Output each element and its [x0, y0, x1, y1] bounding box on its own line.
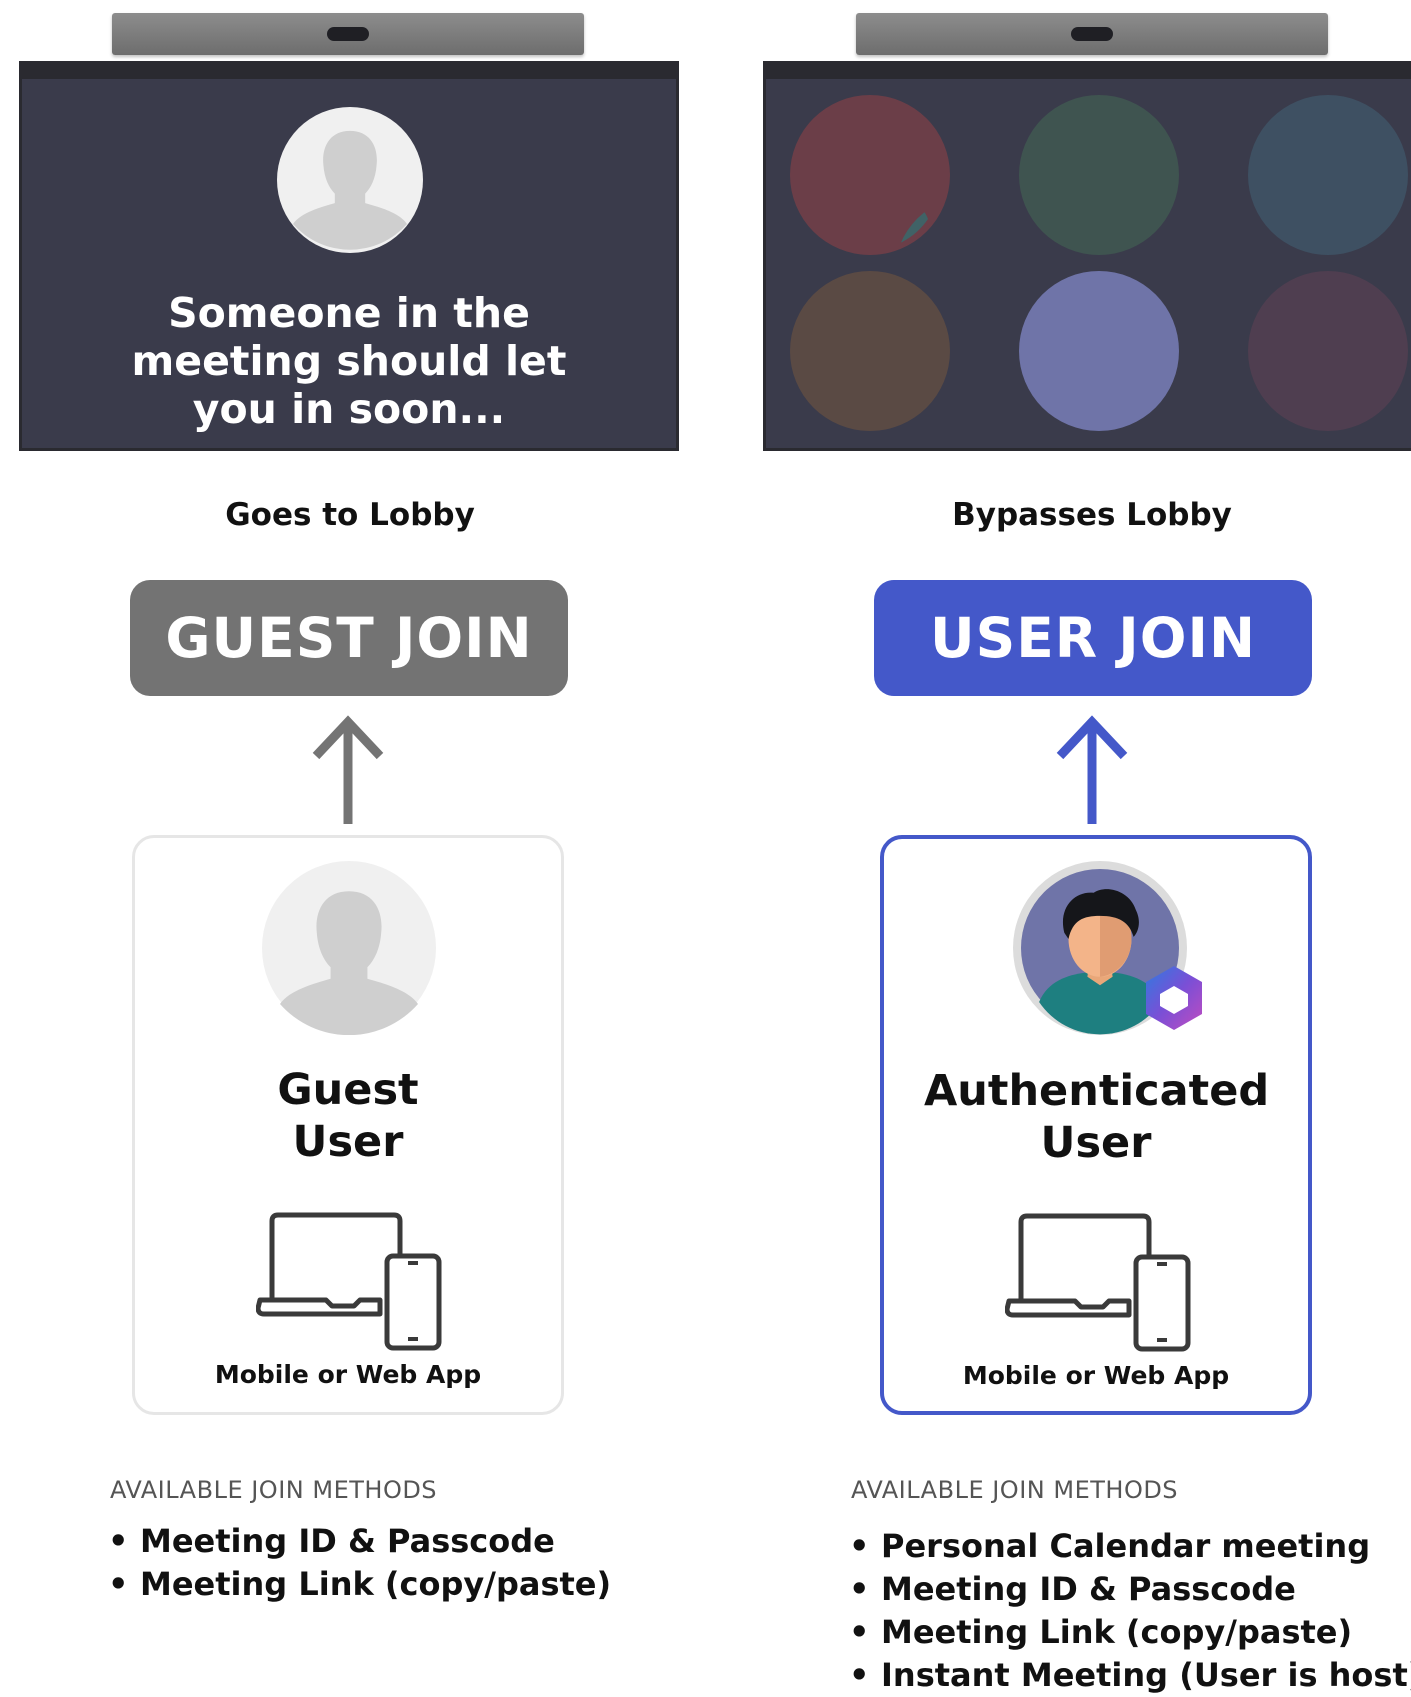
list-item: Meeting ID & Passcode [849, 1568, 1411, 1611]
camera-bar-user [856, 13, 1328, 55]
camera-lens [1071, 27, 1113, 41]
person-avatar-icon [1019, 271, 1179, 431]
authenticated-user-title: Authenticated User [924, 1066, 1270, 1168]
participant-avatar [1019, 95, 1179, 255]
guest-methods-title: AVAILABLE JOIN METHODS [110, 1476, 438, 1504]
laptop-phone-icon [1005, 1211, 1191, 1353]
user-join-button[interactable]: USER JOIN [874, 580, 1312, 696]
lobby-message: Someone in the meeting should let you in… [131, 289, 567, 433]
meeting-participants-grid [790, 95, 1408, 431]
camera-lens [327, 27, 369, 41]
guest-methods-list: Meeting ID & Passcode Meeting Link (copy… [108, 1520, 611, 1606]
person-silhouette-icon [277, 107, 423, 253]
goes-to-lobby-caption: Goes to Lobby [225, 497, 475, 533]
list-item: Meeting Link (copy/paste) [849, 1611, 1411, 1654]
participant-avatar [790, 271, 950, 431]
arrow-up-icon [1056, 715, 1128, 824]
lobby-screen: Someone in the meeting should let you in… [19, 61, 679, 451]
guest-join-button[interactable]: GUEST JOIN [130, 580, 568, 696]
list-item: Meeting ID & Passcode [108, 1520, 611, 1563]
guest-device-label: Mobile or Web App [214, 1360, 482, 1389]
arrow-up-icon [312, 715, 384, 824]
microsoft-365-icon [1146, 966, 1202, 1030]
participant-avatar [1248, 95, 1408, 255]
camera-bar-guest [112, 13, 584, 55]
bypasses-lobby-caption: Bypasses Lobby [952, 497, 1232, 533]
participant-avatar [1248, 271, 1408, 431]
list-item: Meeting Link (copy/paste) [108, 1563, 611, 1606]
user-device-label: Mobile or Web App [962, 1361, 1230, 1390]
user-methods-list: Personal Calendar meeting Meeting ID & P… [849, 1525, 1411, 1697]
person-silhouette-icon [262, 861, 436, 1035]
participant-avatar [790, 95, 950, 255]
guest-user-title: Guest User [277, 1065, 419, 1167]
list-item: Personal Calendar meeting [849, 1525, 1411, 1568]
list-item: Instant Meeting (User is host) [849, 1654, 1411, 1697]
user-methods-title: AVAILABLE JOIN METHODS [851, 1476, 1179, 1504]
guest-user-card: Guest User Mobile or Web App [132, 835, 564, 1415]
meeting-screen [763, 61, 1411, 451]
laptop-phone-icon [256, 1210, 442, 1352]
authenticated-user-card: Authenticated User Mobile or Web App [880, 835, 1312, 1415]
